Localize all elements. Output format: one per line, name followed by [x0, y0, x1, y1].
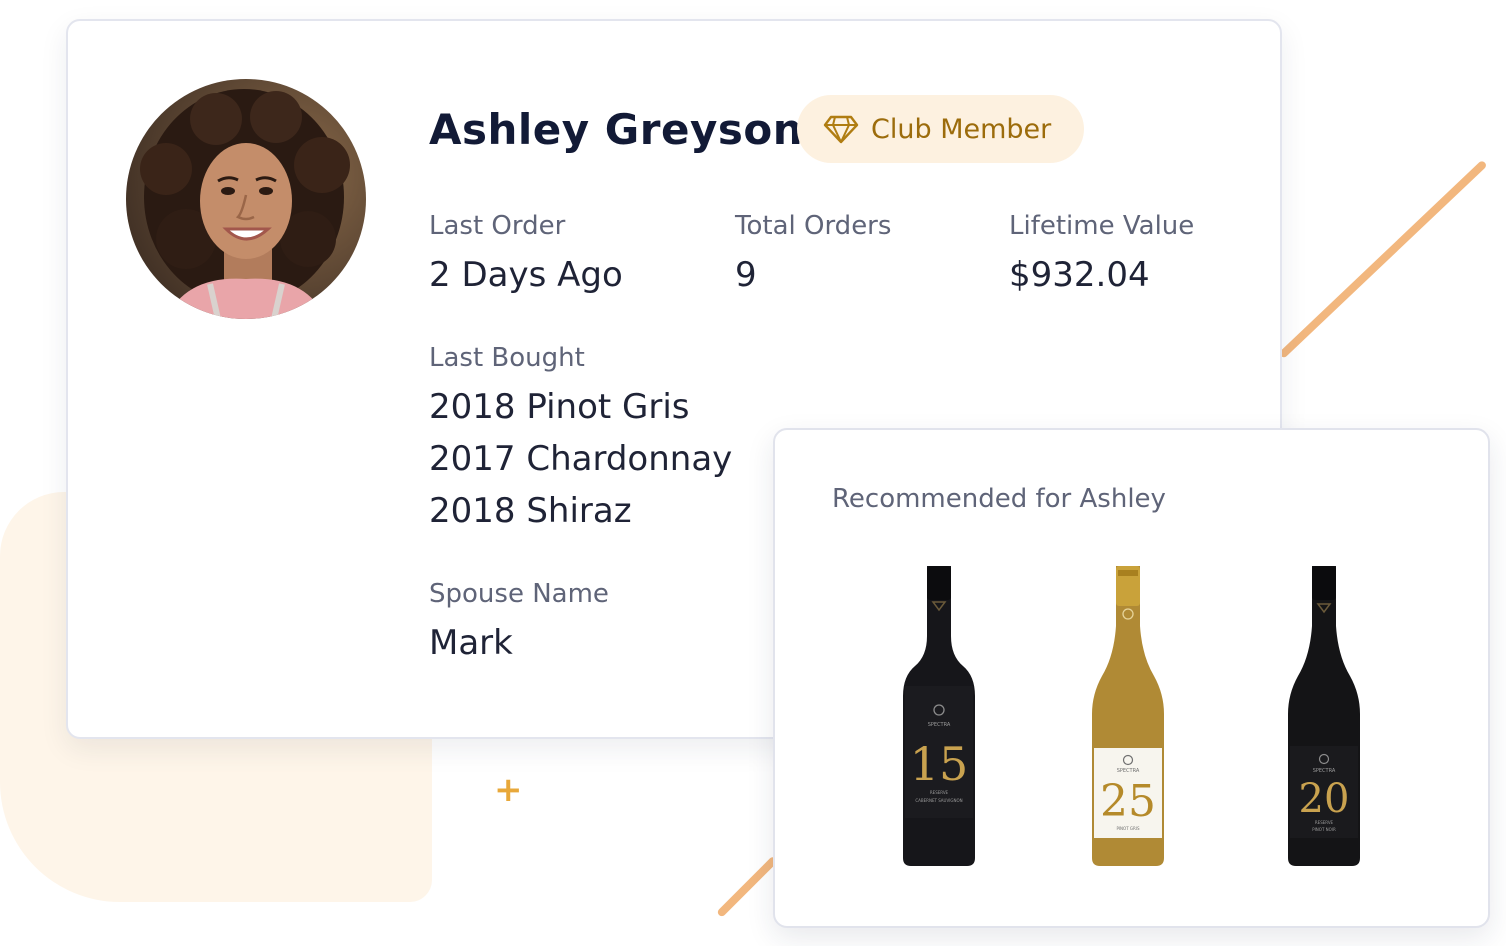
avatar-portrait [126, 79, 366, 319]
last-bought-item: 2017 Chardonnay [429, 439, 733, 479]
recommendations-card: Recommended for Ashley SPECTRA 15 RESERV… [773, 428, 1490, 928]
lifetime-value-value: $932.04 [1009, 255, 1150, 295]
wine-bottle-image: SPECTRA 15 RESERVE CABERNET SAUVIGNON [903, 566, 975, 866]
diamond-icon [823, 115, 859, 144]
wine-bottle[interactable]: SPECTRA 15 RESERVE CABERNET SAUVIGNON [893, 566, 985, 868]
decorative-line-bottom [716, 855, 779, 918]
last-bought-label: Last Bought [429, 343, 585, 373]
bottle-brand: SPECTRA [928, 722, 951, 728]
lifetime-value-label: Lifetime Value [1009, 211, 1195, 241]
bottle-vintage: 25 [1100, 776, 1156, 827]
last-bought-item: 2018 Shiraz [429, 491, 632, 531]
wine-bottle[interactable]: SPECTRA 20 RESERVE PINOT NOIR [1278, 566, 1370, 868]
bottle-label-line: PINOT GRIS [1116, 826, 1140, 831]
bottle-label-line: CABERNET SAUVIGNON [915, 798, 962, 803]
decorative-line-top-right [1278, 159, 1488, 359]
plus-icon: + [494, 770, 523, 810]
stage: + Ashley Greyson Club Member Last Order … [0, 0, 1506, 946]
last-order-value: 2 Days Ago [429, 255, 623, 295]
bottle-brand: SPECTRA [1117, 768, 1140, 774]
last-bought-item: 2018 Pinot Gris [429, 387, 690, 427]
spouse-name-label: Spouse Name [429, 579, 609, 609]
bottle-vintage: 15 [910, 737, 969, 791]
avatar [126, 79, 366, 319]
wine-bottle-image: SPECTRA 20 RESERVE PINOT NOIR [1288, 566, 1360, 866]
total-orders-value: 9 [735, 255, 757, 295]
recommendations-title: Recommended for Ashley [832, 484, 1166, 514]
total-orders-label: Total Orders [735, 211, 892, 241]
wine-bottle-image: SPECTRA 25 PINOT GRIS [1092, 566, 1164, 866]
badge-label: Club Member [871, 113, 1052, 145]
bottle-label-line: RESERVE [930, 790, 949, 795]
bottle-vintage: 20 [1299, 776, 1350, 822]
bottle-brand: SPECTRA [1313, 768, 1336, 774]
bottle-label-line: PINOT NOIR [1312, 827, 1336, 832]
wine-bottle[interactable]: SPECTRA 25 PINOT GRIS [1082, 566, 1174, 868]
last-order-label: Last Order [429, 211, 566, 241]
customer-name: Ashley Greyson [429, 105, 804, 154]
bottle-label-line: RESERVE [1315, 820, 1334, 825]
club-member-badge: Club Member [797, 95, 1084, 163]
spouse-name-value: Mark [429, 623, 513, 663]
